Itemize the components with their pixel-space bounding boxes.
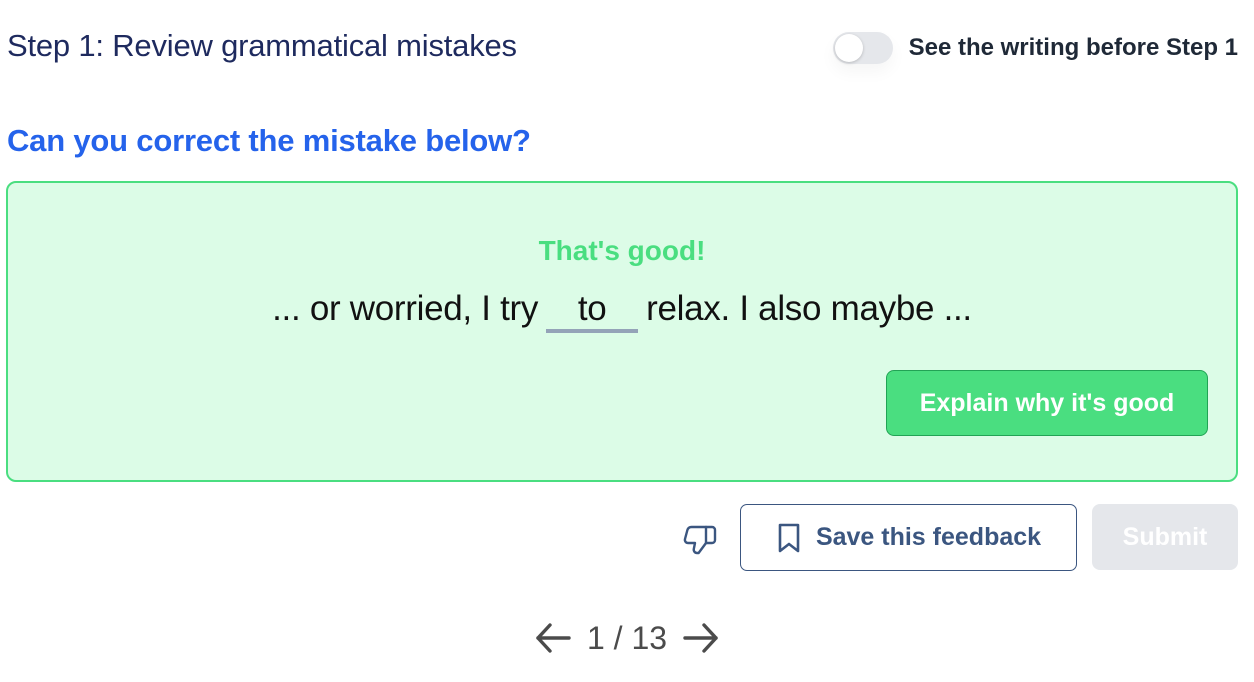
see-writing-toggle[interactable] xyxy=(832,32,893,64)
feedback-card: That's good! ... or worried, I try to rela… xyxy=(6,181,1238,482)
feedback-status: That's good! xyxy=(538,235,706,266)
sentence-before: ... or worried, I try xyxy=(272,289,539,328)
toggle-knob xyxy=(834,34,863,62)
bookmark-icon xyxy=(778,523,800,552)
question-heading: Can you correct the mistake below? xyxy=(7,123,531,158)
arrow-left-icon[interactable] xyxy=(533,618,573,658)
explain-why-button[interactable]: Explain why it's good xyxy=(886,370,1208,436)
thumbs-down-icon[interactable] xyxy=(682,522,718,558)
writing-toggle-row: See the writing before Step 1 xyxy=(832,30,1238,66)
sentence-after: relax. I also maybe ... xyxy=(646,289,972,328)
arrow-right-icon[interactable] xyxy=(681,618,721,658)
answer-blank[interactable]: to xyxy=(546,289,639,333)
submit-button[interactable]: Submit xyxy=(1092,504,1238,570)
save-feedback-label: Save this feedback xyxy=(815,523,1042,551)
pagination: 1 / 13 xyxy=(0,618,1254,658)
sentence: ... or worried, I try to relax. I also may… xyxy=(8,289,1236,333)
save-feedback-button[interactable]: Save this feedback xyxy=(740,504,1077,571)
review-page: Step 1: Review grammatical mistakes See … xyxy=(0,0,1254,682)
step-title: Step 1: Review grammatical mistakes xyxy=(7,28,517,63)
page-counter: 1 / 13 xyxy=(586,619,668,656)
toggle-label: See the writing before Step 1 xyxy=(908,34,1238,61)
